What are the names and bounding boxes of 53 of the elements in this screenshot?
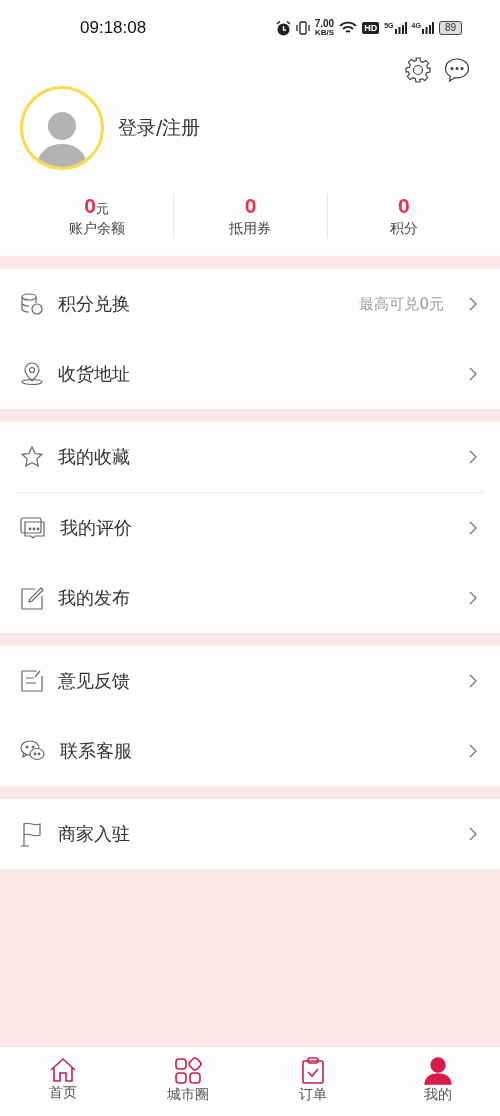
stat-value: 0 xyxy=(84,194,96,218)
stat-unit: 元 xyxy=(96,201,109,218)
chevron-right-icon xyxy=(468,673,478,689)
menu-item[interactable]: 商家入驻 xyxy=(0,799,500,869)
tab-item[interactable]: 订单 xyxy=(250,1047,375,1116)
stat-label: 积分 xyxy=(389,220,418,238)
signal-icon xyxy=(394,22,407,34)
coin-stack-icon xyxy=(20,292,44,316)
menu-item[interactable]: 我的发布 xyxy=(0,563,500,633)
vibrate-icon xyxy=(295,21,310,35)
tab-item[interactable]: 首页 xyxy=(0,1047,125,1116)
stat-label: 账户余额 xyxy=(68,220,125,238)
hd-label: HD xyxy=(362,22,380,34)
home-icon xyxy=(48,1057,77,1083)
location-pin-icon xyxy=(20,362,44,386)
menu-item[interactable]: 我的评价 xyxy=(0,493,500,563)
chat-bubbles-icon xyxy=(20,516,46,540)
menu-item[interactable]: 意见反馈 xyxy=(0,646,500,716)
stat-label: 抵用券 xyxy=(229,220,272,238)
settings-icon[interactable] xyxy=(404,56,432,84)
stat-value: 0 xyxy=(397,194,410,218)
speed-unit: KB/S xyxy=(314,29,334,37)
wechat-icon xyxy=(20,739,46,763)
tab-item[interactable]: 我的 xyxy=(375,1047,500,1116)
wifi-icon xyxy=(339,21,358,35)
grid-icon xyxy=(173,1057,202,1085)
status-time: 09:18:08 xyxy=(80,18,147,38)
login-register-link[interactable]: 登录/注册 xyxy=(118,115,201,141)
chevron-right-icon xyxy=(468,590,478,606)
chevron-right-icon xyxy=(468,366,478,382)
menu-item[interactable]: 收货地址 xyxy=(0,339,500,409)
chevron-right-icon xyxy=(468,826,478,842)
signal-icon xyxy=(421,22,434,34)
stat-value: 0 xyxy=(244,194,257,218)
flag-icon xyxy=(20,821,44,847)
message-icon[interactable] xyxy=(444,57,470,83)
menu-item[interactable]: 积分兑换 最高可兑0元 xyxy=(0,269,500,339)
alarm-icon xyxy=(275,20,291,36)
menu-item[interactable]: 我的收藏 xyxy=(0,422,500,492)
battery-level: 89 xyxy=(438,21,462,35)
person-icon xyxy=(422,1057,453,1085)
chevron-right-icon xyxy=(468,296,478,312)
tab-item[interactable]: 城市圈 xyxy=(125,1047,250,1116)
star-icon xyxy=(20,445,44,469)
chevron-right-icon xyxy=(468,743,478,759)
note-icon xyxy=(20,669,44,693)
chevron-right-icon xyxy=(468,520,478,536)
menu-item[interactable]: 联系客服 xyxy=(0,716,500,786)
network-speed: 7.00 xyxy=(314,19,335,29)
edit-icon xyxy=(20,586,44,610)
user-silhouette-icon xyxy=(36,111,88,167)
clipboard-check-icon xyxy=(300,1057,325,1085)
chevron-right-icon xyxy=(468,449,478,465)
